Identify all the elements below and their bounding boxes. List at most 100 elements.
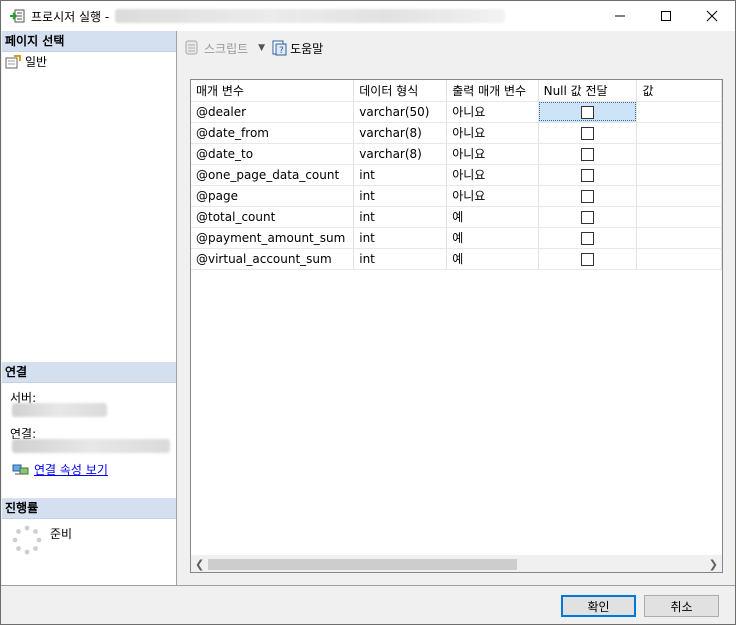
table-row: @page int 아니요 bbox=[191, 185, 722, 207]
progress-status-row: 준비 bbox=[12, 525, 72, 555]
param-name-cell: @one_page_data_count bbox=[191, 164, 355, 186]
value-cell[interactable] bbox=[636, 227, 722, 249]
data-type-cell: varchar(8) bbox=[353, 143, 448, 165]
table-row: @date_to varchar(8) 아니요 bbox=[191, 143, 722, 165]
column-header-pass-null[interactable]: Null 값 전달 bbox=[538, 80, 638, 102]
data-type-cell: int bbox=[353, 227, 448, 249]
progress-spinner-icon bbox=[12, 525, 42, 555]
page-item-general[interactable]: 일반 bbox=[5, 53, 47, 70]
pass-null-cell[interactable] bbox=[538, 101, 638, 123]
parameter-grid[interactable]: 매개 변수 데이터 형식 출력 매개 변수 Null 값 전달 값 @deale… bbox=[190, 79, 723, 573]
redacted-server-name bbox=[12, 403, 107, 417]
redacted-connection-name bbox=[12, 439, 170, 453]
data-type-cell: int bbox=[353, 185, 448, 207]
script-icon bbox=[185, 40, 198, 55]
pass-null-cell[interactable] bbox=[538, 185, 638, 207]
left-pane: 페이지 선택 일반 연결 서버: 연결: 연결 속성 보기 진행률 준비 bbox=[2, 31, 177, 585]
pass-null-cell[interactable] bbox=[538, 227, 638, 249]
value-cell[interactable] bbox=[636, 248, 722, 270]
column-header-parameter[interactable]: 매개 변수 bbox=[191, 80, 355, 102]
param-name-cell: @date_to bbox=[191, 143, 355, 165]
pass-null-checkbox[interactable] bbox=[581, 105, 595, 119]
close-button[interactable] bbox=[689, 1, 735, 31]
pass-null-checkbox[interactable] bbox=[581, 168, 595, 182]
output-param-cell: 아니요 bbox=[446, 122, 539, 144]
output-param-cell: 아니요 bbox=[446, 101, 539, 123]
output-param-cell: 예 bbox=[446, 206, 539, 228]
param-name-cell: @date_from bbox=[191, 122, 355, 144]
table-row: @virtual_account_sum int 예 bbox=[191, 248, 722, 270]
pass-null-cell[interactable] bbox=[538, 164, 638, 186]
pass-null-checkbox[interactable] bbox=[581, 189, 595, 203]
minimize-button[interactable] bbox=[597, 1, 643, 31]
window-title: 프로시저 실행 - bbox=[31, 9, 110, 24]
redacted-procedure-name bbox=[115, 9, 506, 23]
page-item-label: 일반 bbox=[25, 55, 48, 69]
help-button[interactable]: ? 도움말 bbox=[271, 40, 323, 57]
pass-null-cell[interactable] bbox=[538, 143, 638, 165]
value-cell[interactable] bbox=[636, 143, 722, 165]
close-icon bbox=[706, 10, 718, 22]
output-param-cell: 아니요 bbox=[446, 185, 539, 207]
data-type-cell: int bbox=[353, 206, 448, 228]
page-select-header: 페이지 선택 bbox=[2, 31, 176, 52]
parameter-table: 매개 변수 데이터 형식 출력 매개 변수 Null 값 전달 값 @deale… bbox=[191, 80, 722, 270]
script-button[interactable]: 스크립트 bbox=[183, 40, 248, 57]
progress-header: 진행률 bbox=[2, 498, 176, 519]
minimize-icon bbox=[615, 15, 625, 17]
value-cell[interactable] bbox=[636, 185, 722, 207]
view-connection-properties-link[interactable]: 연결 속성 보기 bbox=[12, 461, 108, 478]
table-row: @one_page_data_count int 아니요 bbox=[191, 164, 722, 186]
output-param-cell: 아니요 bbox=[446, 143, 539, 165]
toolbar: 스크립트 ▼ ? 도움말 bbox=[179, 35, 735, 61]
ok-button[interactable]: 확인 bbox=[561, 595, 636, 617]
connection-header: 연결 bbox=[2, 362, 176, 383]
output-param-cell: 아니요 bbox=[446, 164, 539, 186]
value-cell[interactable] bbox=[636, 206, 722, 228]
connection-properties-icon bbox=[12, 464, 29, 474]
execute-procedure-icon bbox=[10, 9, 25, 23]
data-type-cell: int bbox=[353, 164, 448, 186]
maximize-button[interactable] bbox=[643, 1, 689, 31]
param-name-cell: @dealer bbox=[191, 101, 355, 123]
column-header-data-type[interactable]: 데이터 형식 bbox=[353, 80, 448, 102]
pass-null-cell[interactable] bbox=[538, 206, 638, 228]
data-type-cell: varchar(50) bbox=[353, 101, 448, 123]
scrollbar-thumb[interactable] bbox=[208, 559, 517, 570]
pass-null-cell[interactable] bbox=[538, 248, 638, 270]
help-icon: ? bbox=[272, 40, 287, 56]
table-row: @date_from varchar(8) 아니요 bbox=[191, 122, 722, 144]
pass-null-checkbox[interactable] bbox=[581, 126, 595, 140]
pass-null-checkbox[interactable] bbox=[581, 147, 595, 161]
output-param-cell: 예 bbox=[446, 248, 539, 270]
param-name-cell: @payment_amount_sum bbox=[191, 227, 355, 249]
column-header-output-parameter[interactable]: 출력 매개 변수 bbox=[446, 80, 539, 102]
help-label: 도움말 bbox=[290, 41, 324, 56]
data-type-cell: varchar(8) bbox=[353, 122, 448, 144]
execute-procedure-dialog: 프로시저 실행 - 페이지 선택 일반 연결 서버: 연결: 연결 속성 보기 … bbox=[0, 0, 736, 625]
cancel-button[interactable]: 취소 bbox=[644, 595, 719, 617]
value-cell[interactable] bbox=[636, 122, 722, 144]
script-label: 스크립트 bbox=[204, 41, 249, 56]
scroll-left-icon[interactable]: ❮ bbox=[195, 558, 204, 571]
value-cell[interactable] bbox=[636, 164, 722, 186]
title-bar[interactable]: 프로시저 실행 - bbox=[1, 1, 735, 31]
pass-null-checkbox[interactable] bbox=[581, 252, 595, 266]
value-cell[interactable] bbox=[636, 101, 722, 123]
script-dropdown-chevron-icon[interactable]: ▼ bbox=[258, 43, 265, 53]
grid-header-row: 매개 변수 데이터 형식 출력 매개 변수 Null 값 전달 값 bbox=[191, 80, 722, 102]
pass-null-checkbox[interactable] bbox=[581, 210, 595, 224]
progress-status-text: 준비 bbox=[50, 527, 73, 541]
output-param-cell: 예 bbox=[446, 227, 539, 249]
pass-null-cell[interactable] bbox=[538, 122, 638, 144]
parameter-grid-viewport: 매개 변수 데이터 형식 출력 매개 변수 Null 값 전달 값 @deale… bbox=[191, 80, 722, 556]
horizontal-scrollbar[interactable]: ❮ ❯ bbox=[191, 555, 722, 572]
table-row: @total_count int 예 bbox=[191, 206, 722, 228]
column-header-value[interactable]: 값 bbox=[636, 80, 722, 102]
footer-divider bbox=[1, 585, 735, 586]
pass-null-checkbox[interactable] bbox=[581, 231, 595, 245]
scroll-right-icon[interactable]: ❯ bbox=[709, 558, 718, 571]
svg-text:?: ? bbox=[279, 46, 284, 56]
table-row: @payment_amount_sum int 예 bbox=[191, 227, 722, 249]
view-connection-properties-text[interactable]: 연결 속성 보기 bbox=[34, 461, 108, 478]
